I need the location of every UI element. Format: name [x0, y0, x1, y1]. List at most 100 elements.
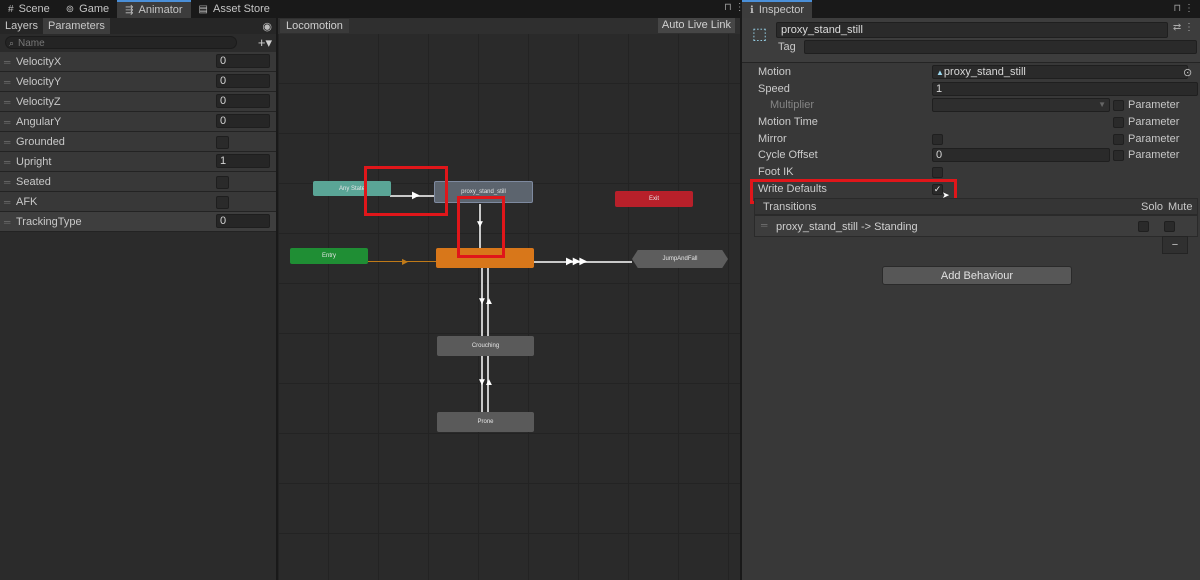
remove-transition-button[interactable]: −: [1162, 236, 1188, 254]
parameter-search-input[interactable]: ⌕ Name: [5, 36, 237, 49]
add-behaviour-button[interactable]: Add Behaviour: [882, 266, 1072, 285]
speed-row: Speed 1: [742, 81, 1200, 98]
parameter-row[interactable]: ═ VelocityY 0: [0, 72, 276, 92]
tab-inspector[interactable]: ℹ Inspector: [742, 0, 813, 18]
cycle-offset-parameter-checkbox[interactable]: [1113, 150, 1124, 161]
parameter-name: AFK: [16, 195, 38, 208]
parameter-row[interactable]: ═ AngularY 0: [0, 112, 276, 132]
node-entry[interactable]: Entry: [290, 248, 368, 264]
drag-handle-icon[interactable]: ═: [4, 137, 12, 147]
parameter-name: AngularY: [16, 115, 62, 128]
parameter-bool-checkbox[interactable]: [216, 176, 229, 189]
mute-label: Mute: [1168, 201, 1193, 213]
animator-parameters-panel: Layers Parameters ◉ ⌕ Name +▾ ═ VelocityX…: [0, 18, 276, 580]
inspector-panel: ℹ Inspector ⊓ ⋮ ⬚ proxy_stand_still ⇄ ⋮ T…: [742, 0, 1200, 580]
chevron-down-icon: ▼: [1098, 100, 1106, 109]
motion-row: Motion ▲proxy_stand_still ⊙: [742, 64, 1200, 81]
parameter-row[interactable]: ═ Upright 1: [0, 152, 276, 172]
parameter-value-field[interactable]: 0: [216, 74, 270, 88]
parameter-name: TrackingType: [16, 215, 82, 228]
tag-field[interactable]: [804, 40, 1197, 54]
tab-parameters[interactable]: Parameters: [43, 18, 110, 34]
parameter-value-field[interactable]: 0: [216, 54, 270, 68]
node-prone[interactable]: Prone: [437, 412, 534, 432]
arrow-up-icon: ▲: [484, 377, 494, 388]
drag-handle-icon[interactable]: ═: [761, 220, 767, 230]
drag-handle-icon[interactable]: ═: [4, 97, 12, 107]
foot-ik-checkbox[interactable]: [932, 167, 943, 178]
animator-icon: ⇶: [125, 4, 134, 16]
parameter-bool-checkbox[interactable]: [216, 196, 229, 209]
breadcrumb-layer[interactable]: Locomotion: [280, 19, 349, 33]
foot-ik-label: Foot IK: [758, 166, 794, 178]
settings-icon[interactable]: ⇄ ⋮: [1173, 22, 1194, 33]
tab-scene[interactable]: # Scene: [0, 0, 58, 18]
speed-field[interactable]: 1: [932, 82, 1198, 96]
parameter-row[interactable]: ═ VelocityZ 0: [0, 92, 276, 112]
tab-game[interactable]: ⊚ Game: [58, 0, 117, 18]
parameter-row[interactable]: ═ AFK: [0, 192, 276, 212]
parameter-row[interactable]: ═ TrackingType 0: [0, 212, 276, 232]
inspector-tab-bar: ℹ Inspector ⊓ ⋮: [742, 0, 1200, 18]
drag-handle-icon[interactable]: ═: [4, 217, 12, 227]
motion-label: Motion: [758, 66, 792, 78]
add-parameter-button[interactable]: +▾: [258, 35, 272, 51]
graph-toolbar: Locomotion Auto Live Link: [278, 18, 740, 34]
tab-asset-store-label: Asset Store: [213, 3, 270, 15]
tab-inspector-label: Inspector: [758, 4, 805, 16]
multiplier-parameter-checkbox[interactable]: [1113, 100, 1124, 111]
tab-asset-store[interactable]: ▤ Asset Store: [191, 0, 278, 18]
node-jump-and-fall[interactable]: JumpAndFall: [632, 250, 728, 268]
cycle-offset-row: Cycle Offset 0 Parameter: [742, 147, 1200, 164]
eye-icon[interactable]: ◉: [262, 20, 272, 33]
parameter-value-field[interactable]: 0: [216, 114, 270, 128]
drag-handle-icon[interactable]: ═: [4, 117, 12, 127]
tab-game-label: Game: [79, 3, 110, 15]
parameter-value-field[interactable]: 0: [216, 214, 270, 228]
tab-scene-label: Scene: [18, 3, 50, 15]
lock-icon[interactable]: ⊓ ⋮: [1173, 3, 1194, 14]
node-exit[interactable]: Exit: [615, 191, 693, 207]
motion-field[interactable]: ▲proxy_stand_still: [932, 65, 1188, 79]
parameter-value-field[interactable]: 1: [216, 154, 270, 168]
transition-name: proxy_stand_still -> Standing: [776, 221, 918, 233]
parameter-name: VelocityX: [16, 55, 62, 68]
transitions-header: Transitions Solo Mute: [754, 198, 1198, 215]
drag-handle-icon[interactable]: ═: [4, 77, 12, 87]
motion-time-parameter-checkbox[interactable]: [1113, 117, 1124, 128]
parameter-row[interactable]: ═ Seated: [0, 172, 276, 192]
transition-solo-checkbox[interactable]: [1138, 221, 1149, 232]
tab-layers[interactable]: Layers: [0, 18, 43, 34]
cycle-offset-field[interactable]: 0: [932, 148, 1110, 162]
parameter-label: Parameter: [1128, 99, 1180, 111]
object-picker-icon[interactable]: ⊙: [1183, 66, 1192, 79]
drag-handle-icon[interactable]: ═: [4, 197, 12, 207]
motion-value: proxy_stand_still: [943, 66, 1026, 78]
auto-live-link-button[interactable]: Auto Live Link: [657, 18, 735, 33]
parameter-name: VelocityZ: [16, 95, 61, 108]
mirror-checkbox[interactable]: [932, 134, 943, 145]
mirror-parameter-checkbox[interactable]: [1113, 134, 1124, 145]
state-name-field[interactable]: proxy_stand_still: [776, 22, 1168, 38]
motion-time-row: Motion Time Parameter: [742, 114, 1200, 131]
node-crouching[interactable]: Crouching: [437, 336, 534, 356]
parameter-label: Parameter: [1128, 149, 1180, 161]
parameter-row[interactable]: ═ Grounded: [0, 132, 276, 152]
parameter-row[interactable]: ═ VelocityX 0: [0, 52, 276, 72]
parameter-bool-checkbox[interactable]: [216, 136, 229, 149]
transition-row[interactable]: ═ proxy_stand_still -> Standing: [754, 215, 1198, 237]
solo-label: Solo: [1141, 201, 1164, 213]
drag-handle-icon[interactable]: ═: [4, 157, 12, 167]
multiplier-dropdown[interactable]: ▼: [932, 98, 1110, 112]
parameter-value-field[interactable]: 0: [216, 94, 270, 108]
tab-animator[interactable]: ⇶ Animator: [117, 0, 191, 18]
animator-graph[interactable]: Locomotion Auto Live Link ▶ ▼ ▶ ▶▶▶ ▼ ▲ …: [278, 18, 740, 580]
tag-label: Tag: [778, 41, 796, 53]
drag-handle-icon[interactable]: ═: [4, 57, 12, 67]
motion-time-label: Motion Time: [758, 116, 818, 128]
transition-mute-checkbox[interactable]: [1164, 221, 1175, 232]
drag-handle-icon[interactable]: ═: [4, 177, 12, 187]
window-tab-bar: # Scene ⊚ Game ⇶ Animator ▤ Asset Store: [0, 0, 278, 18]
state-icon: ⬚: [752, 26, 768, 43]
multiplier-row: Multiplier ▼ Parameter: [742, 97, 1200, 114]
